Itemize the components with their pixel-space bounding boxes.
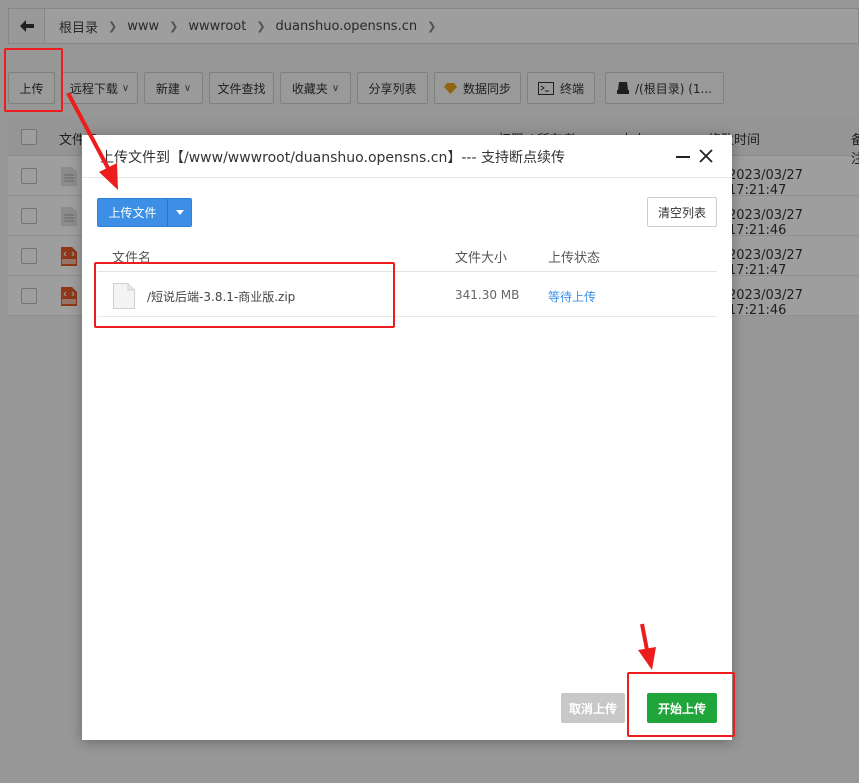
arrow-icon (66, 92, 118, 190)
annotation-arrows (66, 92, 656, 670)
arrow-icon (638, 623, 656, 670)
